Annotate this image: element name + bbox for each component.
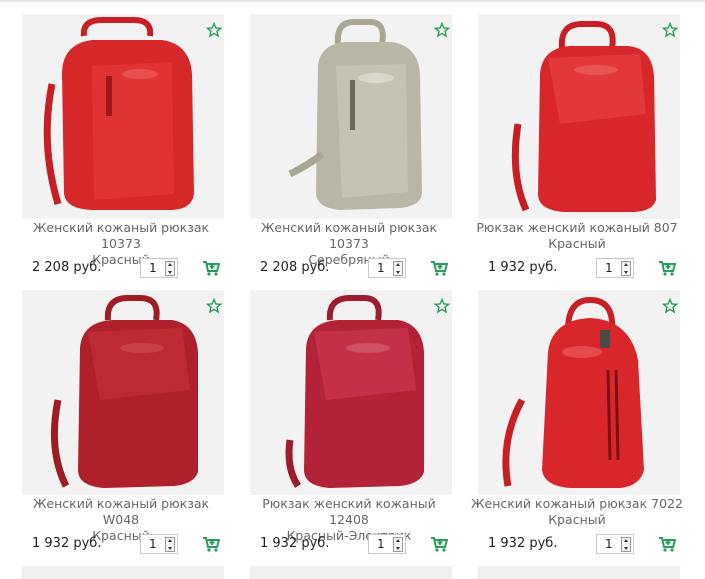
product-card: Женский кожаный рюкзак 7022 Красный 1 93… — [470, 278, 683, 554]
product-price: 1 932 руб. — [488, 260, 558, 275]
star-outline-icon[interactable] — [434, 22, 450, 38]
cart-plus-icon[interactable] — [202, 260, 220, 276]
product-image[interactable] — [22, 14, 224, 219]
product-grid: Женский кожаный рюкзак 10373 Красный 2 2… — [0, 0, 705, 579]
product-price: 1 932 руб. — [488, 536, 558, 551]
spin-buttons[interactable] — [393, 537, 403, 552]
product-price: 2 208 руб. — [32, 260, 102, 275]
quantity-stepper[interactable]: 1 — [140, 258, 178, 278]
spin-buttons[interactable] — [621, 261, 631, 276]
cart-plus-icon[interactable] — [430, 260, 448, 276]
star-outline-icon[interactable] — [662, 22, 678, 38]
product-image[interactable] — [22, 566, 224, 579]
product-image[interactable] — [478, 14, 680, 219]
product-price: 1 932 руб. — [260, 536, 330, 551]
product-image[interactable] — [250, 14, 452, 219]
quantity-value[interactable]: 1 — [605, 261, 613, 275]
quantity-stepper[interactable]: 1 — [368, 258, 406, 278]
quantity-value[interactable]: 1 — [605, 537, 613, 551]
cart-plus-icon[interactable] — [658, 536, 676, 552]
product-card: Женский кожаный рюкзак 10373 Красный 2 2… — [14, 2, 224, 278]
product-card: Женский кожаный рюкзак W048 Красный 1 93… — [14, 278, 224, 554]
product-image[interactable] — [250, 290, 452, 495]
cart-plus-icon[interactable] — [430, 536, 448, 552]
star-outline-icon[interactable] — [206, 298, 222, 314]
cart-plus-icon[interactable] — [658, 260, 676, 276]
product-price: 2 208 руб. — [260, 260, 330, 275]
star-outline-icon[interactable] — [206, 22, 222, 38]
product-card: Рюкзак женский кожаный 12408 Красный-Эле… — [242, 278, 452, 554]
spin-buttons[interactable] — [165, 537, 175, 552]
product-card: Женский кожаный рюкзак 10373 Серебряный … — [242, 2, 452, 278]
product-image[interactable] — [250, 566, 452, 579]
quantity-value[interactable]: 1 — [377, 537, 385, 551]
spin-buttons[interactable] — [165, 261, 175, 276]
next-row-partial — [0, 566, 705, 579]
quantity-value[interactable]: 1 — [149, 261, 157, 275]
star-outline-icon[interactable] — [662, 298, 678, 314]
spin-buttons[interactable] — [621, 537, 631, 552]
product-card: Рюкзак женский кожаный 807 Красный 1 932… — [470, 2, 680, 278]
product-image[interactable] — [478, 566, 680, 579]
product-title[interactable]: Женский кожаный рюкзак 7022 Красный — [470, 496, 684, 528]
quantity-stepper[interactable]: 1 — [596, 258, 634, 278]
product-image[interactable] — [22, 290, 224, 495]
cart-plus-icon[interactable] — [202, 536, 220, 552]
quantity-stepper[interactable]: 1 — [368, 534, 406, 554]
product-title[interactable]: Рюкзак женский кожаный 807 Красный — [470, 220, 684, 252]
product-price: 1 932 руб. — [32, 536, 102, 551]
quantity-stepper[interactable]: 1 — [140, 534, 178, 554]
spin-buttons[interactable] — [393, 261, 403, 276]
quantity-stepper[interactable]: 1 — [596, 534, 634, 554]
star-outline-icon[interactable] — [434, 298, 450, 314]
product-image[interactable] — [478, 290, 680, 495]
quantity-value[interactable]: 1 — [149, 537, 157, 551]
quantity-value[interactable]: 1 — [377, 261, 385, 275]
